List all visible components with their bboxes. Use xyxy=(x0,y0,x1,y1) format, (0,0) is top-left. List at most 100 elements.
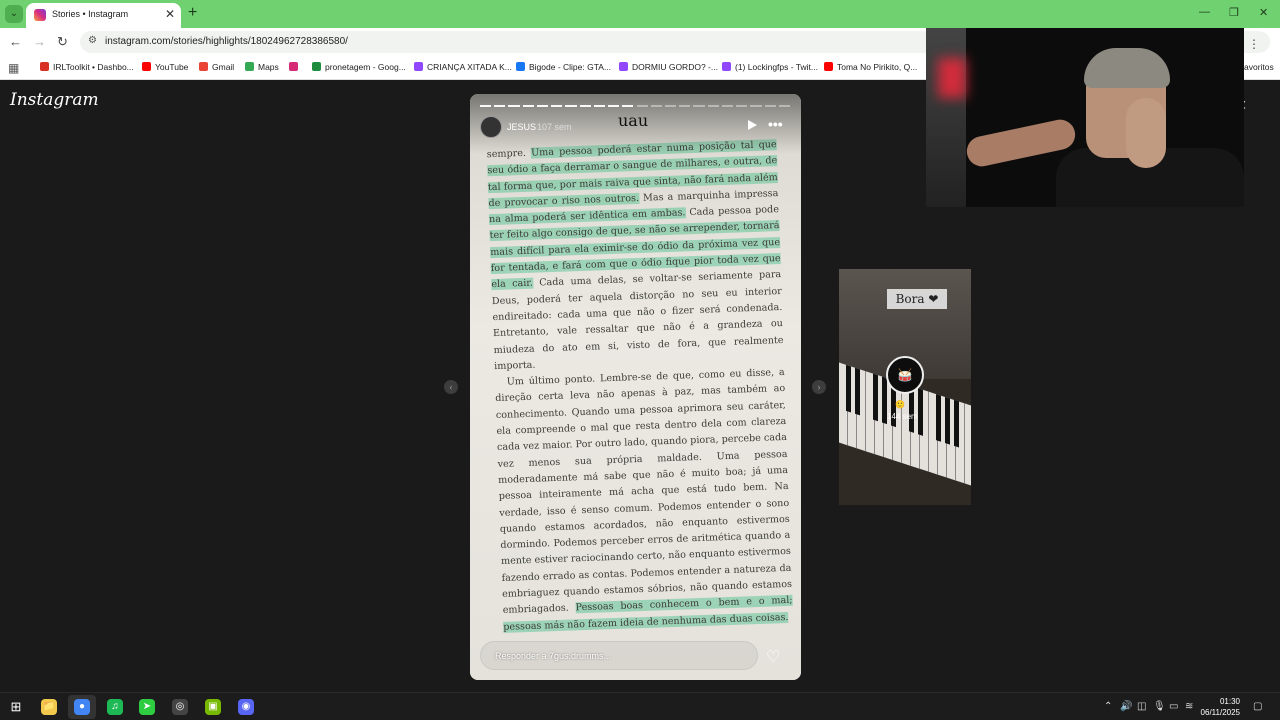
bookmark-maps[interactable]: Maps xyxy=(245,62,279,72)
preview-story-age: 144 sem xyxy=(887,412,918,421)
progress-segment xyxy=(508,105,520,107)
taskbar-nvidia-icon[interactable]: ▣ xyxy=(205,699,221,715)
back-button[interactable]: ← xyxy=(9,34,22,49)
reload-button[interactable]: ↻ xyxy=(57,34,68,50)
next-story-preview[interactable]: Bora ❤ 🥁 🙂 144 sem xyxy=(839,269,971,505)
taskbar-greenapp-icon[interactable]: ➤ xyxy=(139,699,155,715)
progress-segment xyxy=(622,105,634,107)
tray-app-icon[interactable]: ◫ xyxy=(1137,701,1146,712)
current-story[interactable]: sempre. Uma pessoa poderá estar numa pos… xyxy=(470,94,801,680)
preview-user-icon: 🙂 xyxy=(895,400,905,409)
bookmark-instagram[interactable] xyxy=(289,62,302,72)
tab-search-button[interactable]: ⌄ xyxy=(5,5,23,23)
browser-tab-strip: ⌄ Stories • Instagram ✕ + — ❐ ✕ xyxy=(0,0,1280,28)
book-paragraph-2: Um último ponto. Lembre-se de que, como … xyxy=(495,365,794,636)
tab-title: Stories • Instagram xyxy=(52,9,129,19)
apps-grid-icon[interactable]: ▦ xyxy=(8,61,19,75)
gmail-icon xyxy=(199,62,208,71)
book-text-run: Mas a marquinha impressa xyxy=(638,187,779,204)
piano-black-key xyxy=(954,399,959,448)
reply-input[interactable]: Responder a 7gus.drumms... xyxy=(480,641,758,670)
clock-time[interactable]: 01:30 xyxy=(1206,697,1240,706)
play-icon[interactable] xyxy=(748,120,757,130)
start-menu-icon[interactable]: ⊞ xyxy=(8,699,24,715)
clock-date[interactable]: 06/11/2025 xyxy=(1198,708,1240,717)
tab-close-icon[interactable]: ✕ xyxy=(165,7,175,21)
story-caption-text: uau xyxy=(618,111,649,130)
avatar[interactable] xyxy=(480,116,502,138)
bookmark-toma-no-pirikito[interactable]: Toma No Pirikito, Q... xyxy=(824,62,917,72)
progress-segment xyxy=(551,105,563,107)
bookmark-lockingfps[interactable]: (1) Lockingfps - Twit... xyxy=(722,62,818,72)
close-window-button[interactable]: ✕ xyxy=(1259,6,1268,19)
wifi-icon[interactable]: ≋ xyxy=(1185,701,1193,712)
bookmark-favoritos[interactable]: avoritos xyxy=(1244,62,1274,72)
progress-segment xyxy=(608,105,620,107)
webcam-overlay xyxy=(926,28,1244,207)
taskbar-obs-icon[interactable]: ◎ xyxy=(172,699,188,715)
notifications-icon[interactable]: ▢ xyxy=(1253,701,1262,712)
tab-instagram-stories[interactable]: Stories • Instagram ✕ xyxy=(26,3,181,28)
bookmark-bigode[interactable]: Bigode - Clipe: GTA... xyxy=(516,62,611,72)
twitch-icon xyxy=(722,62,731,71)
taskbar-spotify-icon[interactable]: ♫ xyxy=(107,699,123,715)
microphone-icon[interactable]: 🎙 xyxy=(1153,701,1166,712)
progress-segment xyxy=(693,105,705,107)
progress-segment xyxy=(778,105,790,107)
piano-black-key xyxy=(855,367,860,416)
taskbar-chrome-icon[interactable]: ● xyxy=(74,699,90,715)
progress-segment xyxy=(480,105,492,107)
progress-segment xyxy=(679,105,691,107)
display-icon[interactable]: ▭ xyxy=(1169,701,1178,712)
more-options-icon[interactable]: ••• xyxy=(768,116,783,132)
windows-taskbar: ⊞ 📁 ● ♫ ➤ ◎ ▣ ◉ ⌃ 🔊 ◫ 🎙 ▭ ≋ 01:30 06/11/2025 ▢ xyxy=(0,692,1280,720)
site-info-icon[interactable]: ⚙ xyxy=(88,35,97,46)
reply-placeholder: Responder a 7gus.drumms... xyxy=(495,651,612,661)
url-text[interactable]: instagram.com/stories/highlights/1802496… xyxy=(105,36,348,47)
bookmark-youtube[interactable]: YouTube xyxy=(142,62,188,72)
like-heart-icon[interactable]: ♡ xyxy=(766,647,780,667)
minimize-button[interactable]: — xyxy=(1199,6,1210,18)
story-progress-bar xyxy=(480,105,790,107)
piano-white-key xyxy=(965,403,971,487)
irltoolkit-icon xyxy=(40,62,49,71)
progress-segment xyxy=(579,105,591,107)
new-tab-button[interactable]: + xyxy=(188,4,197,22)
story-username[interactable]: JESUS xyxy=(507,122,536,132)
progress-segment xyxy=(536,105,549,107)
preview-sticker-text: Bora ❤ xyxy=(887,289,947,309)
next-story-button[interactable]: › xyxy=(812,380,826,394)
bookmark-dormiu-gordo[interactable]: DORMIU GORDO? -... xyxy=(619,62,718,72)
volume-icon[interactable]: 🔊 xyxy=(1120,701,1132,712)
story-age: 107 sem xyxy=(537,122,572,132)
progress-segment xyxy=(707,105,719,107)
maps-icon xyxy=(245,62,254,71)
instagram-icon xyxy=(289,62,298,71)
progress-segment xyxy=(664,105,677,107)
piano-black-key xyxy=(873,373,878,422)
restore-button[interactable]: ❐ xyxy=(1229,6,1239,19)
instagram-favicon-icon xyxy=(34,9,46,21)
browser-menu-icon[interactable]: ⋮ xyxy=(1248,37,1260,51)
previous-story-button[interactable]: ‹ xyxy=(444,380,458,394)
progress-segment xyxy=(750,105,762,107)
tray-overflow-icon[interactable]: ⌃ xyxy=(1104,701,1112,712)
google-drive-icon xyxy=(312,62,321,71)
taskbar-discord-icon[interactable]: ◉ xyxy=(238,699,254,715)
instagram-logo[interactable]: Instagram xyxy=(10,90,99,110)
piano-black-key xyxy=(846,364,851,413)
book-text-run: Cada pessoa pode xyxy=(685,204,780,219)
book-text: sempre. Uma pessoa poderá estar numa pos… xyxy=(487,137,794,636)
piano-black-key xyxy=(918,388,923,436)
bookmark-irltoolkit[interactable]: IRLToolkit • Dashbo... xyxy=(40,62,134,72)
drum-avatar[interactable]: 🥁 xyxy=(886,356,924,394)
bookmark-crianca-xitada[interactable]: CRIANÇA XITADA K... xyxy=(414,62,512,72)
forward-button[interactable]: → xyxy=(33,34,46,49)
book-page-photo: sempre. Uma pessoa poderá estar numa pos… xyxy=(470,94,801,680)
bookmark-pronetagem[interactable]: pronetagem - Goog... xyxy=(312,62,406,72)
taskbar-explorer-icon[interactable]: 📁 xyxy=(41,699,57,715)
webcam-hand xyxy=(1126,98,1166,168)
bookmark-gmail[interactable]: Gmail xyxy=(199,62,234,72)
progress-segment xyxy=(721,105,734,107)
book-paragraph-1: sempre. Uma pessoa poderá estar numa pos… xyxy=(487,137,785,375)
